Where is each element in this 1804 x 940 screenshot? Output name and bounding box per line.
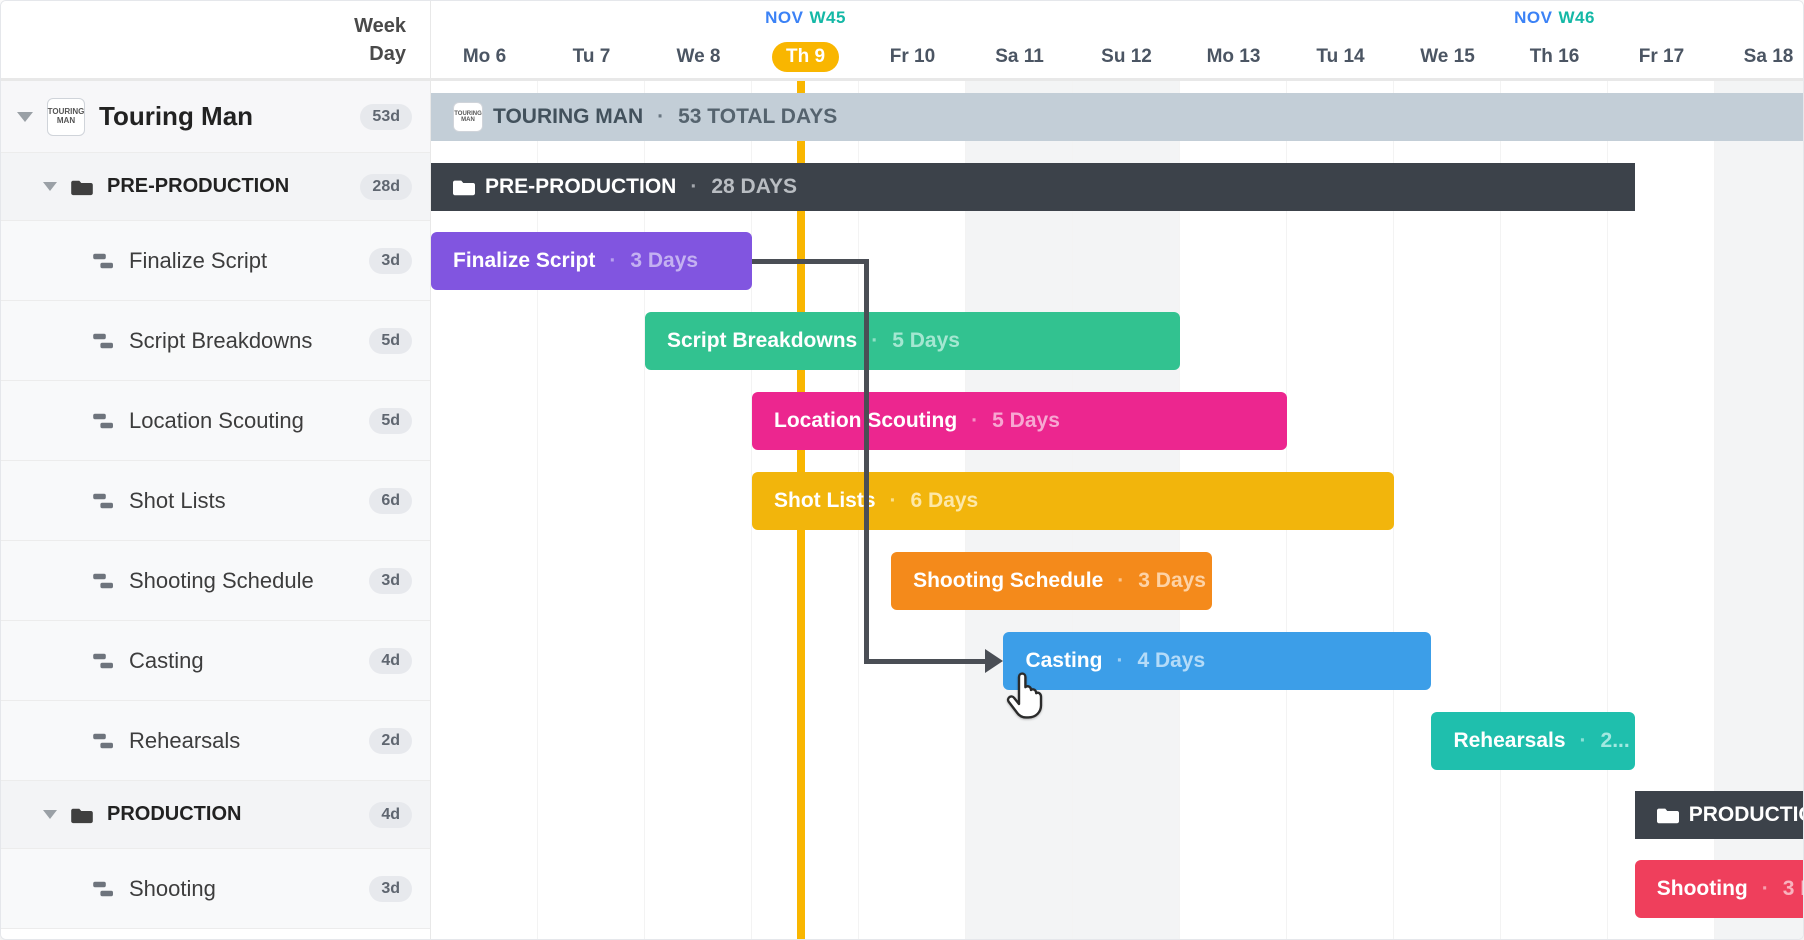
caret-down-icon[interactable]: [43, 182, 57, 191]
sidebar-phase[interactable]: PRODUCTION 4d: [1, 781, 430, 849]
project-logo-icon: TOURINGMAN: [47, 98, 85, 136]
caret-down-icon[interactable]: [43, 810, 57, 819]
duration-badge: 6d: [369, 488, 412, 514]
day-header[interactable]: Th 16: [1501, 46, 1608, 68]
folder-icon: [71, 806, 93, 824]
day-header[interactable]: Mo 6: [431, 46, 538, 68]
task-icon: [93, 880, 115, 898]
day-header[interactable]: Su 12: [1073, 46, 1180, 68]
task-icon: [93, 492, 115, 510]
gantt-chart[interactable]: TOURINGMAN TOURING MAN · 53 TOTAL DAYS P…: [431, 81, 1803, 939]
task-bar[interactable]: Rehearsals · 2...: [1431, 712, 1634, 770]
timeline-header-labels: Week Day: [1, 1, 431, 78]
sidebar-task[interactable]: Finalize Script 3d: [1, 221, 430, 301]
task-icon: [93, 572, 115, 590]
duration-badge: 5d: [369, 408, 412, 434]
duration-badge: 4d: [369, 648, 412, 674]
day-header[interactable]: Sa 11: [966, 46, 1073, 68]
day-header[interactable]: We 8: [645, 46, 752, 68]
task-bar[interactable]: Shooting Schedule · 3 Days: [891, 552, 1212, 610]
day-header[interactable]: We 15: [1394, 46, 1501, 68]
day-header[interactable]: Fr 10: [859, 46, 966, 68]
day-label: Day: [369, 40, 406, 68]
duration-badge: 4d: [369, 802, 412, 828]
task-icon: [93, 332, 115, 350]
task-bar[interactable]: Casting · 4 Days: [1003, 632, 1431, 690]
project-logo-icon: TOURINGMAN: [453, 102, 483, 132]
task-bar[interactable]: Script Breakdowns · 5 Days: [645, 312, 1180, 370]
project-summary-bar[interactable]: TOURINGMAN TOURING MAN · 53 TOTAL DAYS: [431, 93, 1803, 141]
duration-badge: 3d: [369, 248, 412, 274]
task-icon: [93, 732, 115, 750]
sidebar-task[interactable]: Shooting Schedule 3d: [1, 541, 430, 621]
sidebar-task[interactable]: Script Breakdowns 5d: [1, 301, 430, 381]
duration-badge: 2d: [369, 728, 412, 754]
task-icon: [93, 252, 115, 270]
phase-summary-bar[interactable]: PRE-PRODUCTION · 28 DAYS: [431, 163, 1635, 211]
day-header[interactable]: Tu 14: [1287, 46, 1394, 68]
sidebar-task[interactable]: Shooting 3d: [1, 849, 430, 929]
duration-badge: 3d: [369, 568, 412, 594]
sidebar-task[interactable]: Location Scouting 5d: [1, 381, 430, 461]
week-header: NOVW45: [431, 8, 1180, 28]
folder-icon: [71, 178, 93, 196]
folder-icon: [1657, 804, 1679, 826]
sidebar-phase[interactable]: PRE-PRODUCTION 28d: [1, 153, 430, 221]
duration-badge: 5d: [369, 328, 412, 354]
folder-icon: [453, 176, 475, 198]
sidebar-task[interactable]: Rehearsals 2d: [1, 701, 430, 781]
timeline-header: Week Day NOVW45NOVW46 Mo 6Tu 7We 8Th 9Fr…: [1, 1, 1803, 81]
day-header[interactable]: Th 9: [752, 42, 859, 72]
day-header[interactable]: Sa 18: [1715, 46, 1804, 68]
phase-summary-bar[interactable]: PRODUCTION · 4 ...: [1635, 791, 1803, 839]
gantt-app: Week Day NOVW45NOVW46 Mo 6Tu 7We 8Th 9Fr…: [0, 0, 1804, 940]
task-bar[interactable]: Shot Lists · 6 Days: [752, 472, 1394, 530]
day-header[interactable]: Tu 7: [538, 46, 645, 68]
caret-down-icon[interactable]: [17, 112, 33, 122]
sidebar-project[interactable]: TOURINGMAN Touring Man 53d: [1, 81, 430, 153]
duration-badge: 3d: [369, 876, 412, 902]
task-icon: [93, 652, 115, 670]
task-bar[interactable]: Shooting · 3 Da...: [1635, 860, 1803, 918]
week-header: NOVW46: [1180, 8, 1804, 28]
sidebar-task[interactable]: Casting 4d: [1, 621, 430, 701]
duration-badge: 53d: [360, 104, 412, 130]
task-bar[interactable]: Finalize Script · 3 Days: [431, 232, 752, 290]
sidebar: TOURINGMAN Touring Man 53d PRE-PRODUCTIO…: [1, 81, 431, 939]
duration-badge: 28d: [360, 174, 412, 200]
task-bar[interactable]: Location Scouting · 5 Days: [752, 392, 1287, 450]
sidebar-task[interactable]: Shot Lists 6d: [1, 461, 430, 541]
day-header[interactable]: Mo 13: [1180, 46, 1287, 68]
timeline-header-grid: NOVW45NOVW46 Mo 6Tu 7We 8Th 9Fr 10Sa 11S…: [431, 1, 1804, 78]
task-icon: [93, 412, 115, 430]
week-label: Week: [354, 12, 406, 40]
day-header[interactable]: Fr 17: [1608, 46, 1715, 68]
